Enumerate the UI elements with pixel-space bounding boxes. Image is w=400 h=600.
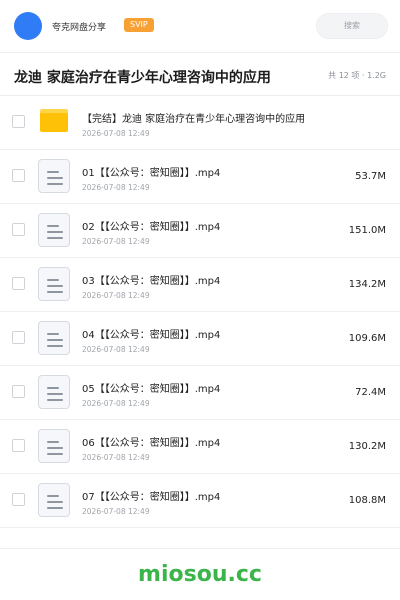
item-date: 2026-07-08 12:49 <box>82 453 150 462</box>
item-date: 2026-07-08 12:49 <box>82 237 150 246</box>
file-list: 【完结】龙迪 家庭治疗在青少年心理咨询中的应用 2026-07-08 12:49… <box>0 96 400 528</box>
item-date: 2026-07-08 12:49 <box>82 183 150 192</box>
item-name: 05【【公众号：密知圈】】.mp4 <box>82 384 221 395</box>
list-item[interactable]: 06【【公众号：密知圈】】.mp4 2026-07-08 12:49 130.2… <box>0 420 400 474</box>
item-size: 134.2M <box>348 279 386 290</box>
item-date: 2026-07-08 12:49 <box>82 345 150 354</box>
list-item[interactable]: 07【【公众号：密知圈】】.mp4 2026-07-08 12:49 108.8… <box>0 474 400 528</box>
watermark-text: miosou.cc <box>138 562 262 587</box>
item-date: 2026-07-08 12:49 <box>82 129 150 138</box>
item-checkbox[interactable] <box>12 277 25 290</box>
item-date: 2026-07-08 12:49 <box>82 507 150 516</box>
list-item-folder[interactable]: 【完结】龙迪 家庭治疗在青少年心理咨询中的应用 2026-07-08 12:49 <box>0 96 400 150</box>
item-checkbox[interactable] <box>12 169 25 182</box>
list-item[interactable]: 05【【公众号：密知圈】】.mp4 2026-07-08 12:49 72.4M <box>0 366 400 420</box>
item-checkbox[interactable] <box>12 115 25 128</box>
item-size: 130.2M <box>348 441 386 452</box>
item-checkbox[interactable] <box>12 385 25 398</box>
list-item[interactable]: 01【【公众号：密知圈】】.mp4 2026-07-08 12:49 53.7M <box>0 150 400 204</box>
item-name: 04【【公众号：密知圈】】.mp4 <box>82 330 221 341</box>
item-size: 53.7M <box>355 171 386 182</box>
avatar[interactable] <box>14 12 42 40</box>
document-file-icon <box>38 429 70 463</box>
page-title: 龙迪 家庭治疗在青少年心理咨询中的应用 <box>14 70 271 86</box>
item-checkbox[interactable] <box>12 493 25 506</box>
document-file-icon <box>38 159 70 193</box>
search-input[interactable]: 搜索 <box>316 13 388 39</box>
share-owner-name: 夸克网盘分享 <box>52 23 107 33</box>
item-date: 2026-07-08 12:49 <box>82 399 150 408</box>
item-name: 01【【公众号：密知圈】】.mp4 <box>82 168 221 179</box>
item-size: 109.6M <box>348 333 386 344</box>
header-divider <box>0 52 400 53</box>
item-name: 06【【公众号：密知圈】】.mp4 <box>82 438 221 449</box>
list-item[interactable]: 03【【公众号：密知圈】】.mp4 2026-07-08 12:49 134.2… <box>0 258 400 312</box>
document-file-icon <box>38 321 70 355</box>
list-item[interactable]: 02【【公众号：密知圈】】.mp4 2026-07-08 12:49 151.0… <box>0 204 400 258</box>
svip-badge: SVIP <box>124 18 154 32</box>
item-size: 151.0M <box>348 225 386 236</box>
item-size: 72.4M <box>355 387 386 398</box>
item-size: 108.8M <box>348 495 386 506</box>
item-name: 【完结】龙迪 家庭治疗在青少年心理咨询中的应用 <box>82 114 306 125</box>
document-file-icon <box>38 267 70 301</box>
document-file-icon <box>38 483 70 517</box>
item-name: 03【【公众号：密知圈】】.mp4 <box>82 276 221 287</box>
footer-divider <box>0 548 400 549</box>
item-date: 2026-07-08 12:49 <box>82 291 150 300</box>
document-file-icon <box>38 213 70 247</box>
folder-icon <box>40 109 68 132</box>
list-item[interactable]: 04【【公众号：密知圈】】.mp4 2026-07-08 12:49 109.6… <box>0 312 400 366</box>
item-checkbox[interactable] <box>12 439 25 452</box>
folder-summary: 共 12 项 · 1.2G <box>328 71 386 80</box>
item-checkbox[interactable] <box>12 331 25 344</box>
item-name: 02【【公众号：密知圈】】.mp4 <box>82 222 221 233</box>
top-bar: 夸克网盘分享 SVIP 搜索 <box>0 0 400 52</box>
item-checkbox[interactable] <box>12 223 25 236</box>
item-name: 07【【公众号：密知圈】】.mp4 <box>82 492 221 503</box>
document-file-icon <box>38 375 70 409</box>
